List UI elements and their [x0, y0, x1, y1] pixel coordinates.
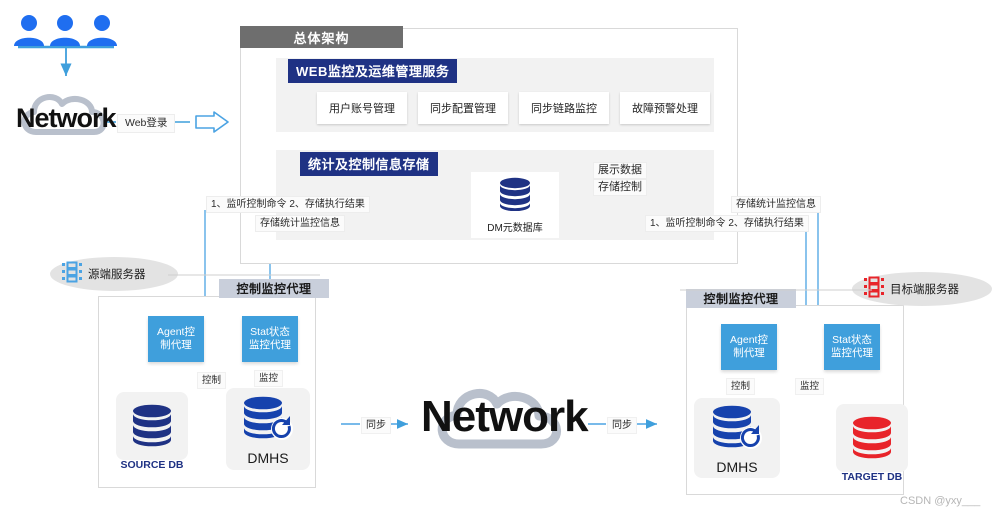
service-card-sync-link-monitor[interactable]: 同步链路监控: [519, 92, 609, 124]
source-server-pill: 源端服务器: [50, 257, 178, 291]
architecture-diagram: Network Web登录 总体架构 WEB监控及运维管理服务 用户账号管理 同…: [0, 0, 996, 517]
sync-label-left: 同步: [361, 417, 391, 434]
service-card-sync-config[interactable]: 同步配置管理: [418, 92, 508, 124]
source-monitor-label: 监控: [254, 370, 284, 387]
target-agent-title: 控制监控代理: [686, 289, 796, 308]
display-data-label: 展示数据: [593, 162, 647, 179]
source-db-tile: [116, 392, 188, 460]
source-agent-control-card[interactable]: Agent控 制代理: [148, 316, 204, 362]
target-db-icon: [853, 416, 891, 459]
source-stat-line1: Stat状态: [250, 326, 290, 338]
source-stat-line2: 监控代理: [249, 339, 291, 351]
server-rack-icon: [60, 261, 84, 288]
target-agent-control-card[interactable]: Agent控 制代理: [721, 324, 777, 370]
flow-label-right-top: 存储统计监控信息: [731, 196, 821, 213]
center-network-label: Network: [421, 392, 589, 441]
dmhs-icon: [713, 405, 762, 449]
dmhs-icon: [244, 396, 293, 440]
server-rack-icon: [862, 276, 886, 303]
source-agent-control-line2: 制代理: [160, 339, 192, 351]
source-db-caption: SOURCE DB: [120, 459, 184, 471]
service-card-user-account[interactable]: 用户账号管理: [317, 92, 407, 124]
target-stat-monitor-card[interactable]: Stat状态 监控代理: [824, 324, 880, 370]
target-stat-line1: Stat状态: [832, 334, 872, 346]
service-card-fault-warning[interactable]: 故障预警处理: [620, 92, 710, 124]
source-agent-title: 控制监控代理: [219, 279, 329, 298]
target-control-label: 控制: [726, 378, 756, 395]
storage-control-label: 存储控制: [593, 179, 647, 196]
storage-panel-title: 统计及控制信息存储: [300, 152, 438, 176]
web-service-panel-title: WEB监控及运维管理服务: [288, 59, 458, 83]
source-dmhs-caption: DMHS: [247, 450, 289, 466]
source-control-label: 控制: [197, 372, 227, 389]
target-dmhs-caption: DMHS: [716, 459, 758, 475]
target-agent-control-line1: Agent控: [730, 334, 768, 346]
user-network-label: Network: [16, 103, 117, 133]
flow-label-right-bottom: 1、监听控制命令 2、存储执行结果: [645, 215, 809, 232]
architecture-title: 总体架构: [240, 26, 403, 48]
flow-label-left-top: 1、监听控制命令 2、存储执行结果: [206, 196, 370, 213]
target-server-pill: 目标端服务器: [852, 272, 992, 306]
source-stat-monitor-card[interactable]: Stat状态 监控代理: [242, 316, 298, 362]
watermark: CSDN @yxy___: [900, 495, 981, 507]
users-group: [10, 14, 122, 48]
target-db-caption: TARGET DB: [841, 471, 903, 483]
target-server-label: 目标端服务器: [890, 284, 959, 296]
sync-label-right: 同步: [607, 417, 637, 434]
target-monitor-label: 监控: [795, 378, 825, 395]
dm-metadata-db-card: DM元数据库: [471, 172, 559, 238]
source-db-icon: [133, 404, 171, 447]
source-agent-control-line1: Agent控: [157, 326, 195, 338]
flow-label-left-bottom: 存储统计监控信息: [255, 215, 345, 232]
target-agent-control-line2: 制代理: [733, 347, 765, 359]
target-db-tile: [836, 404, 908, 472]
database-icon: [495, 177, 535, 216]
web-login-label: Web登录: [117, 114, 176, 133]
source-server-label: 源端服务器: [88, 269, 146, 281]
target-stat-line2: 监控代理: [831, 347, 873, 359]
dm-metadata-db-label: DM元数据库: [487, 222, 543, 234]
